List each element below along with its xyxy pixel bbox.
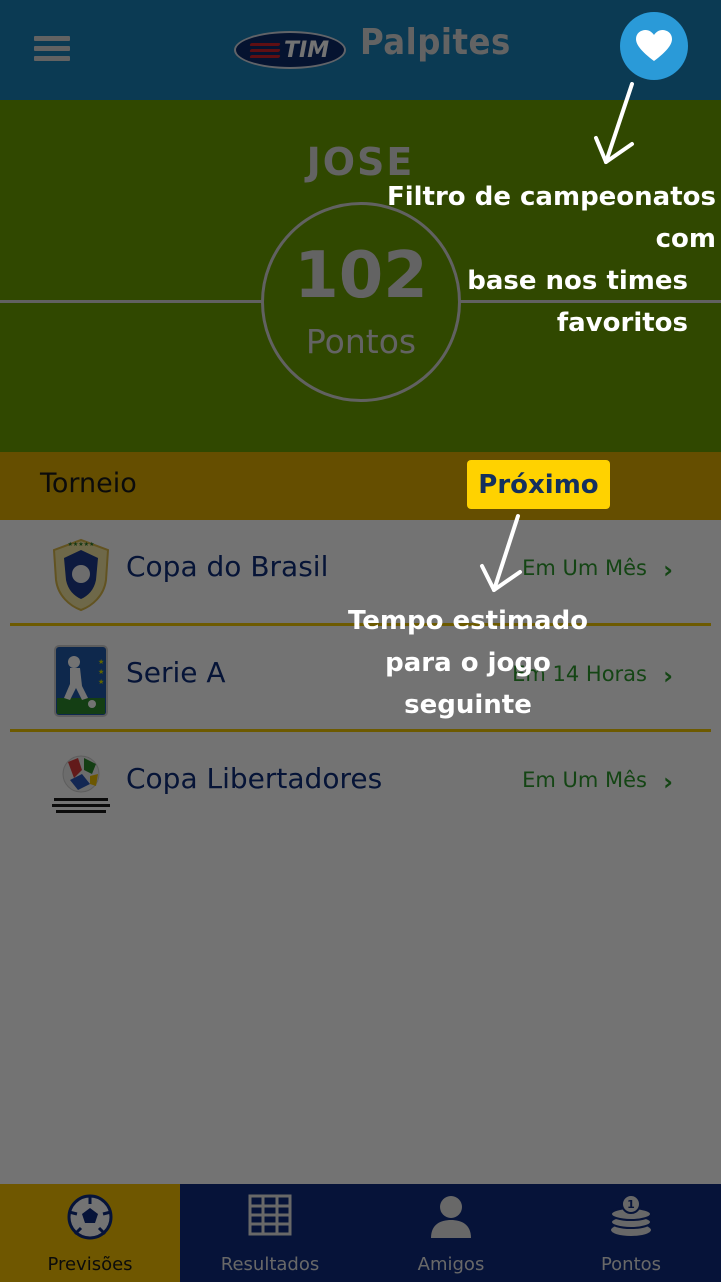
svg-text:★: ★ xyxy=(98,668,104,676)
list-item-copa-libertadores[interactable]: Copa Libertadores Em Um Mês › xyxy=(0,732,721,838)
tab-resultados[interactable]: Resultados xyxy=(180,1184,360,1282)
tournament-name: Serie A xyxy=(126,656,226,689)
annotation-line: Filtro de campeonatos com xyxy=(386,182,716,254)
tim-logo: TIM xyxy=(234,31,346,69)
hamburger-menu-icon[interactable] xyxy=(34,36,70,62)
grid-table-icon xyxy=(248,1194,292,1236)
field-line-left xyxy=(0,300,262,303)
next-game-annotation: Tempo estimado para o jogo seguinte xyxy=(318,600,618,726)
favorites-filter-annotation: Filtro de campeonatos com base nos times… xyxy=(340,176,716,344)
tab-label: Pontos xyxy=(600,1254,662,1275)
tab-label: Resultados xyxy=(220,1254,320,1275)
chevron-right-icon: › xyxy=(663,662,673,690)
arrow-down-icon xyxy=(480,514,522,592)
annotation-line: para o jogo seguinte xyxy=(385,648,551,720)
next-column-badge: Próximo xyxy=(467,460,610,509)
tab-amigos[interactable]: Amigos xyxy=(361,1184,541,1282)
arrow-down-icon xyxy=(594,82,634,164)
chevron-right-icon: › xyxy=(663,768,673,796)
soccer-ball-icon xyxy=(67,1194,113,1240)
tab-previsoes[interactable]: Previsões xyxy=(0,1184,180,1282)
brand-text: TIM xyxy=(284,38,330,63)
favorites-filter-button[interactable] xyxy=(620,12,688,80)
svg-text:★: ★ xyxy=(98,658,104,666)
chevron-right-icon: › xyxy=(663,556,673,584)
svg-text:★: ★ xyxy=(98,678,104,686)
copa-libertadores-logo xyxy=(52,755,110,813)
annotation-line: Tempo estimado xyxy=(347,606,589,636)
bottom-navigation: Previsões Resultados Amigos 1 Pontos xyxy=(0,1184,721,1282)
serie-a-logo: ★ ★ ★ xyxy=(54,645,108,717)
tab-pontos[interactable]: 1 Pontos xyxy=(541,1184,721,1282)
tournament-section-header: Torneio xyxy=(0,452,721,520)
tournament-name: Copa do Brasil xyxy=(126,550,329,583)
person-icon xyxy=(431,1196,471,1238)
tab-label: Previsões xyxy=(47,1254,133,1275)
coins-icon: 1 xyxy=(610,1194,652,1236)
app-title: Palpites xyxy=(360,22,511,63)
annotation-line: base nos times favoritos xyxy=(467,266,688,338)
tab-label: Amigos xyxy=(417,1254,485,1275)
section-title: Torneio xyxy=(40,468,137,499)
svg-text:★★★★★: ★★★★★ xyxy=(68,541,95,548)
svg-text:1: 1 xyxy=(627,1198,635,1211)
tournament-name: Copa Libertadores xyxy=(126,762,383,795)
heart-icon xyxy=(636,30,672,61)
next-game-time: Em Um Mês xyxy=(522,768,647,792)
copa-do-brasil-logo: ★★★★★ xyxy=(52,538,110,612)
next-game-time: Em Um Mês xyxy=(522,556,647,580)
